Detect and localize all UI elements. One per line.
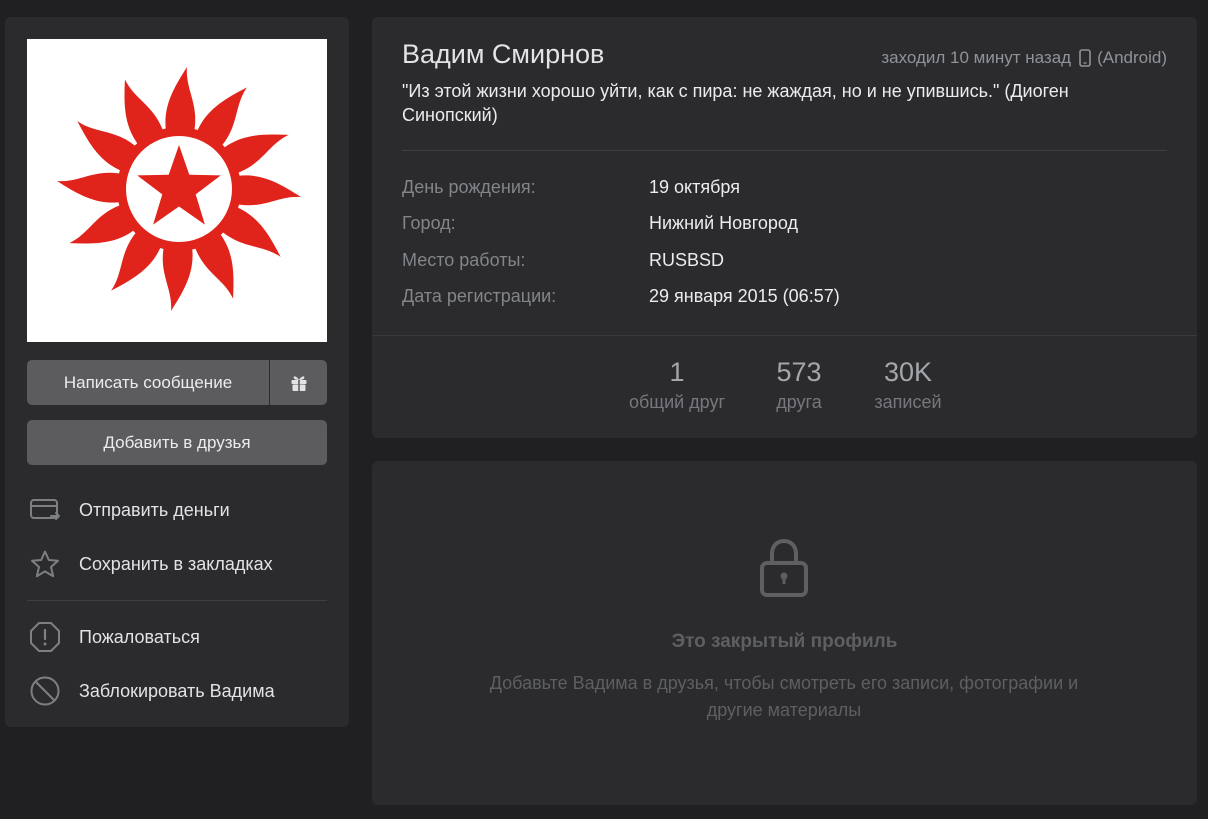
profile-page: Написать сообщение Добавить в друзья Отп… xyxy=(0,0,1208,819)
profile-status: "Из этой жизни хорошо уйти, как с пира: … xyxy=(402,81,1069,125)
info-value[interactable]: RUSBSD xyxy=(649,250,724,271)
counter-label: друга xyxy=(776,392,822,412)
menu-item-send-money[interactable]: Отправить деньги xyxy=(27,492,327,528)
closed-profile-text: Добавьте Вадима в друзья, чтобы смотреть… xyxy=(489,673,1079,720)
money-transfer-icon xyxy=(27,492,63,528)
menu-item-block[interactable]: Заблокировать Вадима xyxy=(27,673,327,709)
menu-item-label: Пожаловаться xyxy=(79,626,200,647)
info-key: День рождения: xyxy=(402,177,536,197)
info-key: Место работы: xyxy=(402,250,526,270)
counters-divider xyxy=(372,335,1197,336)
mobile-phone-icon xyxy=(1079,49,1091,67)
info-value[interactable]: 19 октября xyxy=(649,177,740,198)
send-gift-button[interactable] xyxy=(270,360,327,405)
menu-item-report[interactable]: Пожаловаться xyxy=(27,619,327,655)
closed-profile-title: Это закрытый профиль xyxy=(671,631,898,652)
menu-item-label: Заблокировать Вадима xyxy=(79,680,275,701)
last-seen-text: заходил 10 минут назад xyxy=(881,48,1072,67)
counter-posts[interactable]: 30K записей xyxy=(860,357,956,413)
online-status: заходил 10 минут назад (Android) xyxy=(881,48,1167,68)
platform-text: (Android) xyxy=(1097,48,1167,67)
avatar[interactable] xyxy=(27,39,327,342)
counter-label: общий друг xyxy=(628,392,726,412)
info-row-city: Город: Нижний Новгород xyxy=(402,213,1162,237)
counter-friends[interactable]: 573 друга xyxy=(760,357,838,413)
message-button-row: Написать сообщение xyxy=(27,360,327,405)
menu-item-label: Сохранить в закладках xyxy=(79,553,273,574)
menu-item-label: Отправить деньги xyxy=(79,499,230,520)
info-key: Город: xyxy=(402,213,456,233)
info-key: Дата регистрации: xyxy=(402,286,557,306)
star-icon xyxy=(27,546,63,582)
info-row-birthday: День рождения: 19 октября xyxy=(402,177,1162,201)
report-icon xyxy=(27,619,63,655)
lock-icon xyxy=(760,538,808,597)
menu-divider xyxy=(27,600,327,601)
info-divider xyxy=(402,150,1167,151)
counter-number: 1 xyxy=(669,357,685,387)
profile-info-card: Вадим Смирнов заходил 10 минут назад (An… xyxy=(372,17,1197,438)
info-row-registration: Дата регистрации: 29 января 2015 (06:57) xyxy=(402,286,1162,310)
info-value: 29 января 2015 (06:57) xyxy=(649,286,840,306)
block-icon xyxy=(27,673,63,709)
gift-icon xyxy=(291,375,306,391)
profile-name: Вадим Смирнов xyxy=(402,39,605,69)
info-value[interactable]: Нижний Новгород xyxy=(649,213,798,234)
write-message-button[interactable]: Написать сообщение xyxy=(27,360,269,405)
add-friend-button[interactable]: Добавить в друзья xyxy=(27,420,327,465)
left-sidebar-card: Написать сообщение Добавить в друзья Отп… xyxy=(5,17,349,727)
closed-profile-card: Это закрытый профиль Добавьте Вадима в д… xyxy=(372,461,1197,805)
counter-mutual-friends[interactable]: 1 общий друг xyxy=(616,357,738,413)
avatar-sun-star-image xyxy=(57,67,301,311)
info-row-workplace: Место работы: RUSBSD xyxy=(402,250,1162,274)
counter-number: 30K xyxy=(883,357,933,387)
counter-number: 573 xyxy=(776,357,822,387)
menu-item-bookmark[interactable]: Сохранить в закладках xyxy=(27,546,327,582)
counter-label: записей xyxy=(874,392,942,412)
